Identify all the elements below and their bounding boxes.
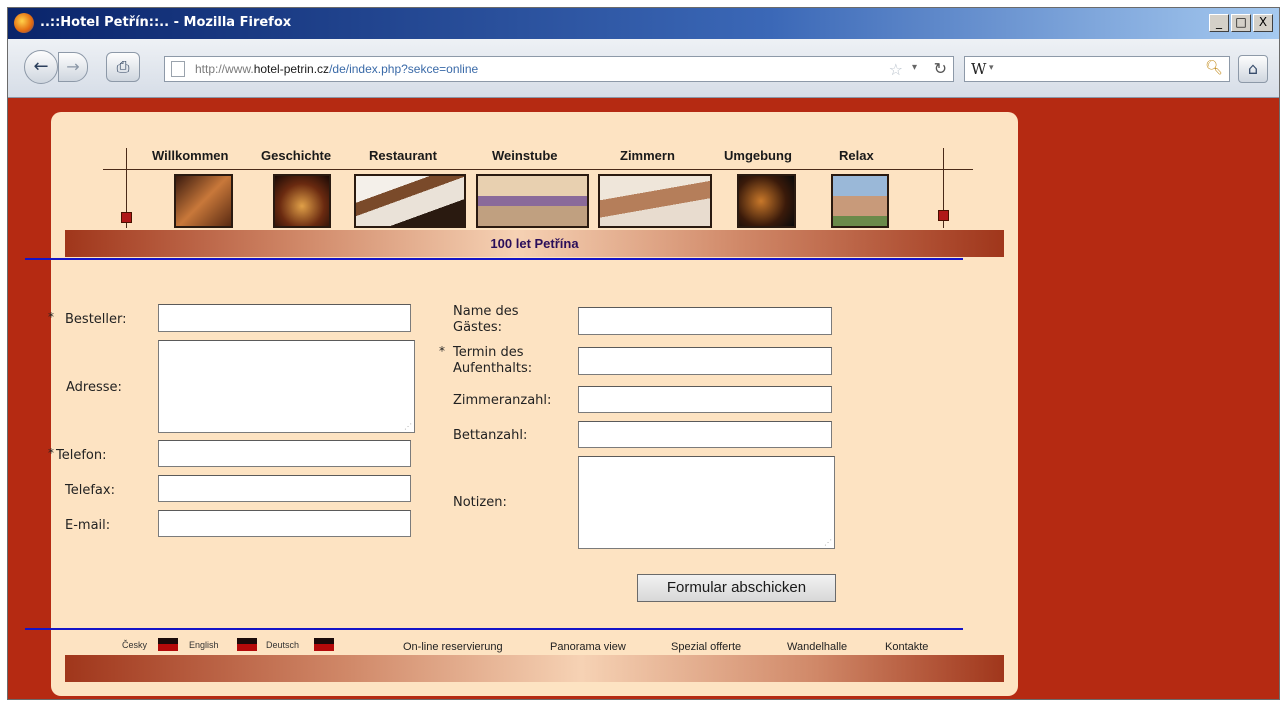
label-termin-line2: Aufenthalts:: [453, 361, 533, 376]
bettanzahl-input[interactable]: [578, 421, 832, 448]
label-adresse: Adresse:: [66, 380, 122, 395]
menu-geschichte[interactable]: Geschichte: [261, 148, 331, 163]
resize-grip-icon[interactable]: ⋰: [824, 539, 832, 547]
window-title: ..::Hotel Petřín::.. - Mozilla Firefox: [40, 15, 292, 30]
footer-band: [65, 655, 1004, 682]
print-button[interactable]: ⎙: [106, 52, 140, 82]
lang-english-label[interactable]: English: [189, 640, 219, 650]
label-zimmeranzahl: Zimmeranzahl:: [453, 393, 552, 408]
label-bettanzahl: Bettanzahl:: [453, 428, 528, 443]
home-button[interactable]: ⌂: [1238, 55, 1268, 83]
telefon-input[interactable]: [158, 440, 411, 467]
right-red-square: [938, 210, 949, 221]
menu-weinstube[interactable]: Weinstube: [492, 148, 558, 163]
site-container: Willkommen Geschichte Restaurant Weinstu…: [25, 112, 1018, 696]
search-bar[interactable]: W ▾ 🔍︎: [964, 56, 1230, 82]
chevron-down-icon[interactable]: ▾: [912, 62, 917, 73]
minimize-button[interactable]: _: [1209, 14, 1229, 32]
gast-name-input[interactable]: [578, 307, 832, 335]
wikipedia-icon[interactable]: W: [971, 60, 986, 78]
label-name-line2: Gästes:: [453, 320, 503, 335]
thumb-umgebung[interactable]: [737, 174, 796, 228]
close-button[interactable]: X: [1253, 14, 1273, 32]
required-mark: *: [48, 310, 54, 324]
page-content: Willkommen Geschichte Restaurant Weinstu…: [8, 98, 1279, 699]
thumb-relax[interactable]: [831, 174, 889, 228]
footer-link-kontakte[interactable]: Kontakte: [885, 641, 928, 653]
url-prefix: http://www.: [195, 62, 254, 76]
arrow-right-icon: →: [66, 57, 80, 76]
label-notizen: Notizen:: [453, 495, 507, 510]
printer-icon: ⎙: [116, 57, 130, 76]
title-bar[interactable]: ..::Hotel Petřín::.. - Mozilla Firefox _…: [8, 8, 1279, 39]
divider-top: [25, 258, 963, 260]
star-icon[interactable]: ☆: [889, 60, 903, 79]
menu-willkommen[interactable]: Willkommen: [152, 148, 228, 163]
notizen-textarea[interactable]: ⋰: [578, 456, 835, 549]
menu-zimmern[interactable]: Zimmern: [620, 148, 675, 163]
window-controls: _ □ X: [1209, 14, 1273, 32]
label-telefon: Telefon:: [56, 448, 107, 463]
back-button[interactable]: ←: [24, 50, 58, 84]
footer-link-spezial[interactable]: Spezial offerte: [671, 641, 741, 653]
email-input[interactable]: [158, 510, 411, 537]
menu-restaurant[interactable]: Restaurant: [369, 148, 437, 163]
lang-czech-label[interactable]: Česky: [122, 640, 147, 650]
telefax-input[interactable]: [158, 475, 411, 502]
label-termin-line1: Termin des: [453, 345, 524, 360]
reload-icon[interactable]: ↻: [934, 59, 947, 78]
maximize-button[interactable]: □: [1231, 14, 1251, 32]
flag-czech-icon[interactable]: [158, 638, 178, 651]
footer-link-wandelhalle[interactable]: Wandelhalle: [787, 641, 847, 653]
address-bar[interactable]: http://www.hotel-petrin.cz/de/index.php?…: [164, 56, 954, 82]
thumb-restaurant[interactable]: [354, 174, 466, 228]
flag-english-icon[interactable]: [237, 638, 257, 651]
site-menu: Willkommen Geschichte Restaurant Weinstu…: [51, 148, 1018, 168]
label-name-line1: Name des: [453, 304, 519, 319]
thumb-willkommen[interactable]: [174, 174, 233, 228]
navigation-toolbar: ← → ⎙ http://www.hotel-petrin.cz/de/inde…: [8, 39, 1279, 98]
zimmeranzahl-input[interactable]: [578, 386, 832, 413]
search-engine-dropdown-icon[interactable]: ▾: [989, 63, 994, 73]
banner-title[interactable]: 100 let Petřína: [65, 236, 1004, 251]
url-text[interactable]: http://www.hotel-petrin.cz/de/index.php?…: [195, 62, 478, 76]
label-email: E-mail:: [65, 518, 111, 533]
arrow-left-icon: ←: [33, 56, 49, 77]
url-path: /de/index.php?sekce=online: [329, 62, 479, 76]
thumb-zimmern[interactable]: [598, 174, 712, 228]
required-mark: *: [48, 446, 54, 460]
menu-relax[interactable]: Relax: [839, 148, 874, 163]
left-red-square: [121, 212, 132, 223]
browser-window: ..::Hotel Petřín::.. - Mozilla Firefox _…: [7, 7, 1280, 700]
banner: 100 let Petřína: [65, 230, 1004, 257]
thumb-geschichte[interactable]: [273, 174, 331, 228]
menu-divider: [103, 169, 973, 170]
submit-button[interactable]: Formular abschicken: [637, 574, 836, 602]
menu-umgebung[interactable]: Umgebung: [724, 148, 792, 163]
label-telefax: Telefax:: [65, 483, 115, 498]
footer-link-panorama[interactable]: Panorama view: [550, 641, 626, 653]
resize-grip-icon[interactable]: ⋰: [404, 423, 412, 431]
termin-input[interactable]: [578, 347, 832, 375]
adresse-textarea[interactable]: ⋰: [158, 340, 415, 433]
besteller-input[interactable]: [158, 304, 411, 332]
firefox-icon: [14, 13, 34, 33]
page-icon: [171, 61, 185, 77]
thumb-weinstube[interactable]: [476, 174, 589, 228]
divider-bottom: [25, 628, 963, 630]
forward-button[interactable]: →: [58, 52, 88, 82]
url-host: hotel-petrin.cz: [253, 62, 330, 76]
label-besteller: Besteller:: [65, 312, 127, 327]
footer-link-reservierung[interactable]: On-line reservierung: [403, 641, 503, 653]
search-icon[interactable]: 🔍︎: [1205, 60, 1223, 76]
flag-german-icon[interactable]: [314, 638, 334, 651]
lang-german-label[interactable]: Deutsch: [266, 640, 299, 650]
required-mark: *: [439, 344, 445, 358]
home-icon: ⌂: [1247, 59, 1259, 78]
